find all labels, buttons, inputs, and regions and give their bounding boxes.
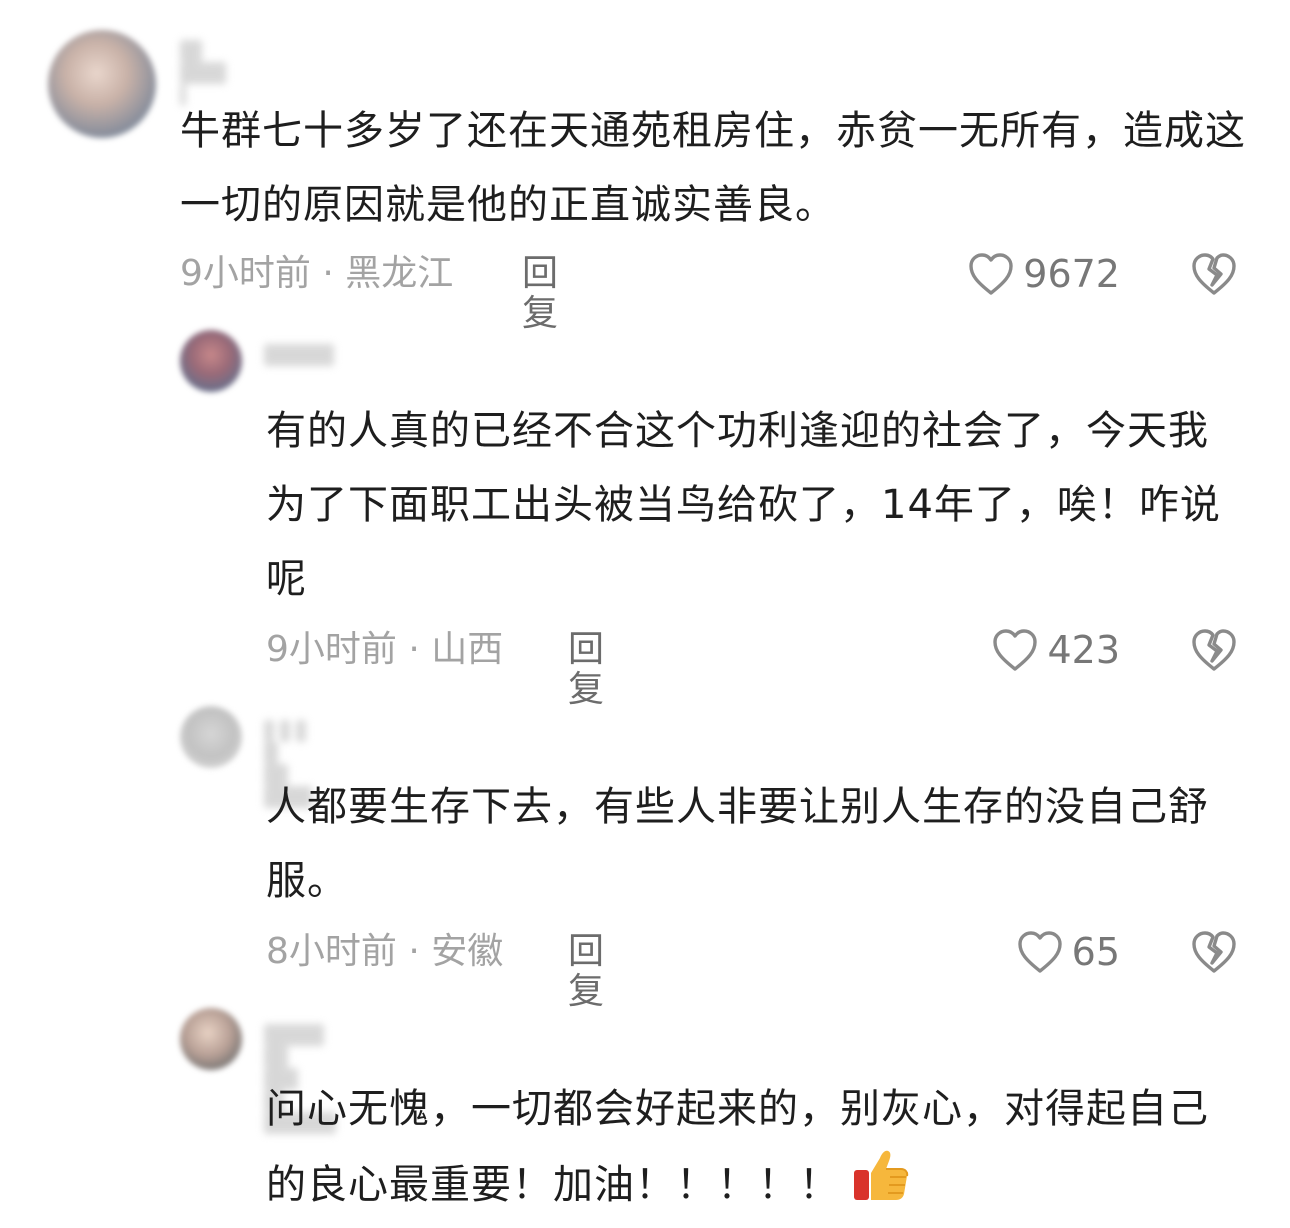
username-blurred[interactable] [264,720,318,808]
username-blurred[interactable] [264,1024,342,1134]
username-blurred[interactable] [264,344,340,374]
thumbs-up-icon [852,1146,910,1228]
username-blurred[interactable] [180,40,232,106]
heart-icon [969,253,1013,295]
comment-meta: 9小时前 · 山西 [266,629,504,670]
like-button[interactable]: 65 [960,926,1120,978]
avatar[interactable] [48,30,156,138]
comment-meta: 9小时前 · 黑龙江 [180,253,454,294]
like-count: 423 [1047,628,1120,672]
like-button[interactable]: 423 [960,624,1120,676]
avatar[interactable] [180,330,242,392]
like-count: 9672 [1023,252,1120,296]
avatar[interactable] [180,706,242,768]
comment-meta: 8小时前 · 安徽 [266,931,504,972]
comment-text: 牛群七十多岁了还在天通苑租房住，赤贫一无所有，造成这一切的原因就是他的正直诚实善… [180,108,1246,228]
reply-button[interactable]: 回复 [568,630,604,710]
dislike-icon[interactable] [1190,928,1238,976]
reply-button[interactable]: 回复 [568,932,604,1012]
reply-button[interactable]: 回复 [522,254,558,334]
avatar[interactable] [180,1008,242,1070]
like-count: 65 [1071,930,1120,974]
dislike-icon[interactable] [1190,250,1238,298]
comment-text: 问心无愧，一切都会好起来的，别灰心，对得起自己的良心最重要！加油！！！！！ [266,1072,1246,1228]
comment-text: 有的人真的已经不合这个功利逢迎的社会了，今天我为了下面职工出头被当鸟给砍了，14… [266,408,1221,602]
comment-text: 人都要生存下去，有些人非要让别人生存的没自己舒服。 [266,784,1209,904]
heart-icon [1017,931,1062,973]
comment-text-content: 问心无愧，一切都会好起来的，别灰心，对得起自己的良心最重要！加油！！！！！ [266,1086,1209,1208]
like-button[interactable]: 9672 [960,248,1120,300]
dislike-icon[interactable] [1190,626,1238,674]
heart-icon [993,629,1038,671]
